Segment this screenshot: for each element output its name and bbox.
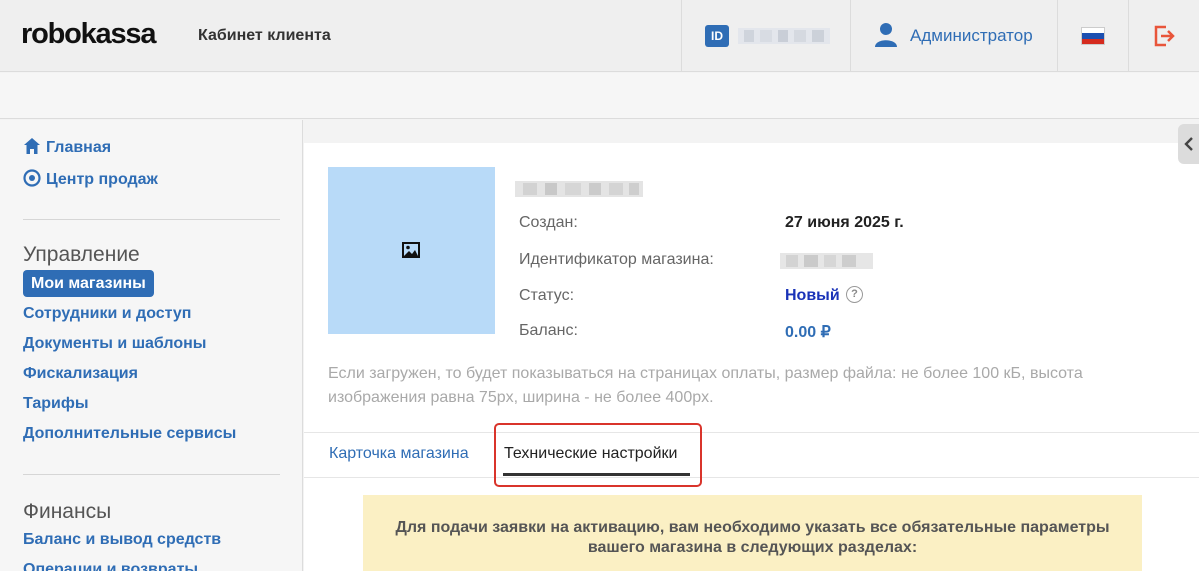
header-divider: [1128, 0, 1129, 72]
sidebar-divider: [23, 474, 280, 475]
sub-header-bar: [0, 73, 1199, 119]
image-icon: [402, 242, 420, 258]
sidebar: Главная Центр продаж Управление Мои мага…: [0, 120, 303, 571]
created-value: 27 июня 2025 г.: [785, 214, 904, 231]
sidebar-item-fiscalization[interactable]: Фискализация: [23, 365, 138, 383]
section-title-management: Управление: [23, 243, 140, 266]
header-divider: [850, 0, 851, 72]
sidebar-item-balance[interactable]: Баланс и вывод средств: [23, 531, 221, 549]
sidebar-item-sales-center[interactable]: Центр продаж: [23, 169, 158, 189]
blurred-account-id: [738, 28, 830, 44]
highlight-frame: [494, 423, 702, 487]
robokassa-logo[interactable]: robokassa: [21, 18, 156, 51]
collapse-panel-button[interactable]: [1178, 124, 1199, 164]
shop-id-label: Идентификатор магазина:: [519, 251, 714, 268]
home-icon: [24, 138, 40, 154]
help-icon[interactable]: ?: [846, 286, 863, 303]
header-divider: [1057, 0, 1058, 72]
status-value: Новый: [785, 287, 840, 304]
sidebar-item-tariffs[interactable]: Тарифы: [23, 395, 89, 413]
notice-line-1: Для подачи заявки на активацию, вам необ…: [395, 519, 1110, 536]
logout-icon[interactable]: [1152, 24, 1176, 48]
notice-line-2: вашего магазина в следующих разделах:: [587, 539, 918, 556]
sidebar-item-documents[interactable]: Документы и шаблоны: [23, 335, 206, 353]
sidebar-item-label: Главная: [46, 139, 112, 156]
top-header: robokassa Кабинет клиента ID Администрат…: [0, 0, 1199, 72]
activation-notice: Для подачи заявки на активацию, вам необ…: [363, 495, 1142, 571]
section-title-finance: Финансы: [23, 500, 112, 523]
id-badge: ID: [705, 25, 729, 47]
logo-upload-note: Если загружен, то будет показываться на …: [328, 365, 1083, 406]
sidebar-item-operations[interactable]: Операции и возвраты: [23, 561, 198, 571]
sidebar-item-label: Центр продаж: [46, 171, 158, 188]
user-icon[interactable]: [875, 23, 897, 47]
sidebar-item-additional-services[interactable]: Дополнительные сервисы: [23, 425, 236, 443]
balance-label: Баланс:: [519, 322, 578, 339]
sidebar-item-my-shops[interactable]: Мои магазины: [23, 270, 154, 297]
cabinet-title: Кабинет клиента: [198, 27, 331, 44]
shop-logo-placeholder[interactable]: [328, 167, 495, 334]
tabs-divider: [304, 477, 1199, 478]
user-name-link[interactable]: Администратор: [910, 26, 1033, 46]
target-icon: [23, 169, 41, 187]
header-divider: [681, 0, 682, 72]
sidebar-item-home[interactable]: Главная: [23, 137, 111, 157]
blurred-shop-id: [780, 253, 873, 269]
status-label: Статус:: [519, 287, 575, 304]
tab-shop-card[interactable]: Карточка магазина: [329, 445, 469, 463]
blurred-shop-name: [515, 181, 643, 197]
russian-flag-icon[interactable]: [1081, 27, 1105, 45]
chevron-left-icon: [1184, 137, 1193, 151]
tabs-divider: [304, 432, 1199, 433]
created-label: Создан:: [519, 214, 578, 231]
sidebar-item-employees[interactable]: Сотрудники и доступ: [23, 305, 191, 323]
balance-value: 0.00 ₽: [785, 324, 831, 341]
sidebar-divider: [23, 219, 280, 220]
